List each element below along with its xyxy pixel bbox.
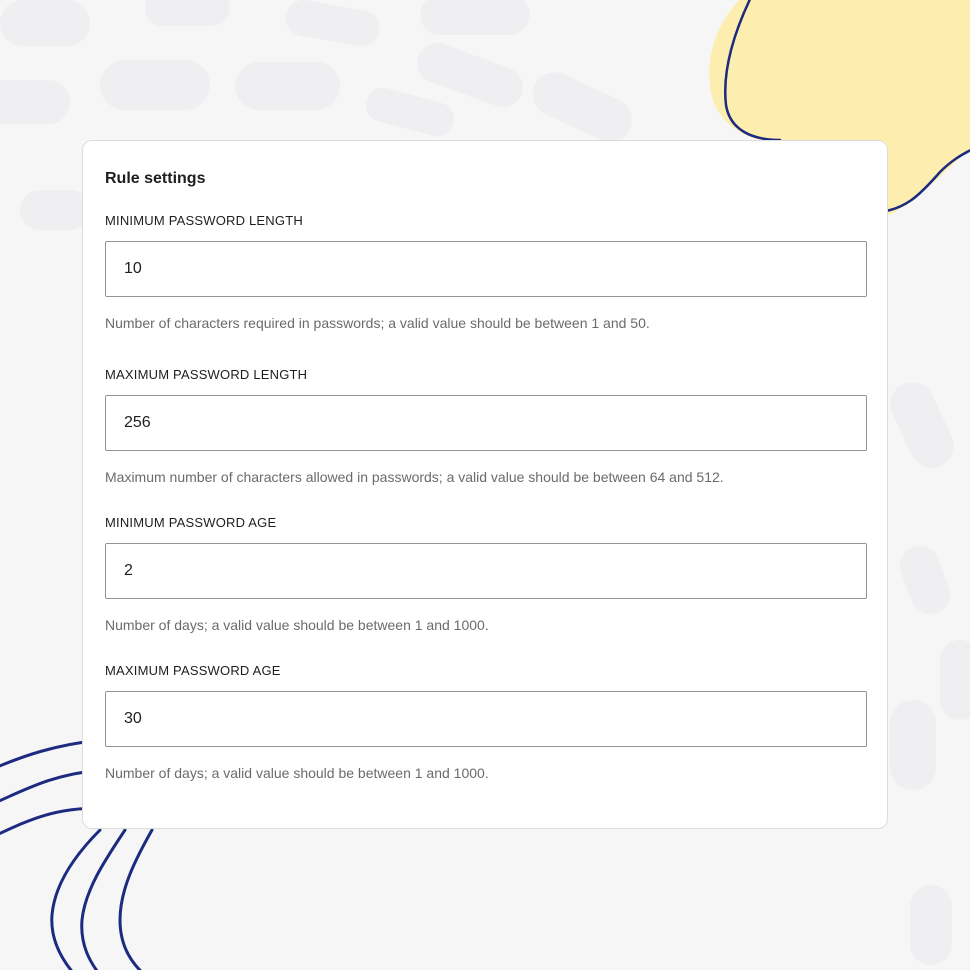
min-password-length-label: MINIMUM PASSWORD LENGTH xyxy=(105,213,303,228)
card-title: Rule settings xyxy=(105,170,206,187)
max-password-length-help: Maximum number of characters allowed in … xyxy=(105,469,724,485)
max-password-age-input[interactable] xyxy=(105,691,867,747)
min-password-age-input[interactable] xyxy=(105,543,867,599)
max-password-age-help: Number of days; a valid value should be … xyxy=(105,765,489,781)
min-password-age-field: MINIMUM PASSWORD AGE Number of days; a v… xyxy=(105,515,867,637)
min-password-age-help: Number of days; a valid value should be … xyxy=(105,617,489,633)
min-password-length-field: MINIMUM PASSWORD LENGTH Number of charac… xyxy=(105,213,867,335)
min-password-length-help: Number of characters required in passwor… xyxy=(105,315,650,331)
min-password-length-input[interactable] xyxy=(105,241,867,297)
max-password-length-label: MAXIMUM PASSWORD LENGTH xyxy=(105,367,308,382)
max-password-length-input[interactable] xyxy=(105,395,867,451)
max-password-age-field: MAXIMUM PASSWORD AGE Number of days; a v… xyxy=(105,663,867,785)
min-password-age-label: MINIMUM PASSWORD AGE xyxy=(105,515,277,530)
rule-settings-card: Rule settings MINIMUM PASSWORD LENGTH Nu… xyxy=(82,140,888,829)
max-password-age-label: MAXIMUM PASSWORD AGE xyxy=(105,663,281,678)
max-password-length-field: MAXIMUM PASSWORD LENGTH Maximum number o… xyxy=(105,367,867,489)
